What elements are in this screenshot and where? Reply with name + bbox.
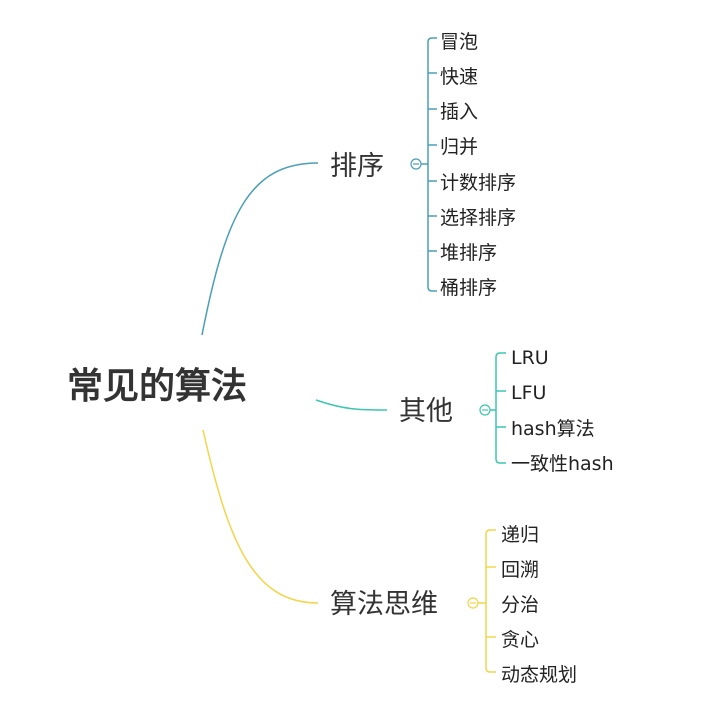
leaf-algorithm-thinking-5[interactable]: 动态规划	[501, 664, 577, 686]
root-node-title[interactable]: 常见的算法	[67, 366, 247, 407]
collapse-toggle-algorithm-thinking[interactable]	[467, 597, 479, 609]
leaf-sort-2[interactable]: 快速	[440, 66, 478, 88]
bracket-algorithm-thinking	[478, 529, 496, 673]
leaf-ticks-other	[496, 390, 506, 428]
leaf-algorithm-thinking-4[interactable]: 贪心	[501, 629, 539, 651]
connector-algorithm-thinking	[202, 429, 319, 604]
leaf-other-1[interactable]: LRU	[511, 347, 549, 369]
leaf-other-4[interactable]: 一致性hash	[511, 453, 614, 475]
leaf-sort-5[interactable]: 计数排序	[440, 172, 516, 194]
branch-sort: 排序 冒泡 快速 插入 归并 计数排序 选择排序 堆排序 桶排序	[201, 31, 516, 336]
connector-sort	[201, 162, 319, 336]
leaf-ticks-algorithm-thinking	[486, 566, 496, 638]
leaf-sort-4[interactable]: 归并	[440, 136, 478, 158]
mind-map: 常见的算法 排序 冒泡 快速 插入 归并 计数排序 选择排序 堆排序 桶排序 其…	[67, 31, 614, 686]
collapse-toggle-other[interactable]	[479, 404, 491, 416]
leaf-ticks-sort	[428, 72, 437, 252]
leaf-algorithm-thinking-3[interactable]: 分治	[501, 594, 539, 616]
leaf-sort-1[interactable]: 冒泡	[440, 31, 478, 53]
branch-title-algorithm-thinking[interactable]: 算法思维	[330, 589, 438, 620]
leaf-sort-7[interactable]: 堆排序	[440, 242, 497, 264]
branch-title-other[interactable]: 其他	[399, 396, 453, 427]
connector-other	[315, 399, 388, 411]
leaf-algorithm-thinking-1[interactable]: 递归	[501, 524, 539, 546]
leaf-sort-3[interactable]: 插入	[440, 101, 478, 123]
leaf-other-2[interactable]: LFU	[511, 382, 546, 404]
leaf-sort-6[interactable]: 选择排序	[440, 207, 516, 229]
leaf-sort-8[interactable]: 桶排序	[440, 277, 497, 299]
branch-other: 其他 LRU LFU hash算法 一致性hash	[315, 347, 614, 475]
collapse-toggle-sort[interactable]	[410, 158, 422, 170]
leaf-algorithm-thinking-2[interactable]: 回溯	[501, 559, 539, 581]
bracket-other	[490, 352, 506, 464]
leaf-other-3[interactable]: hash算法	[511, 418, 595, 440]
branch-title-sort[interactable]: 排序	[330, 151, 384, 182]
bracket-sort	[421, 37, 437, 292]
